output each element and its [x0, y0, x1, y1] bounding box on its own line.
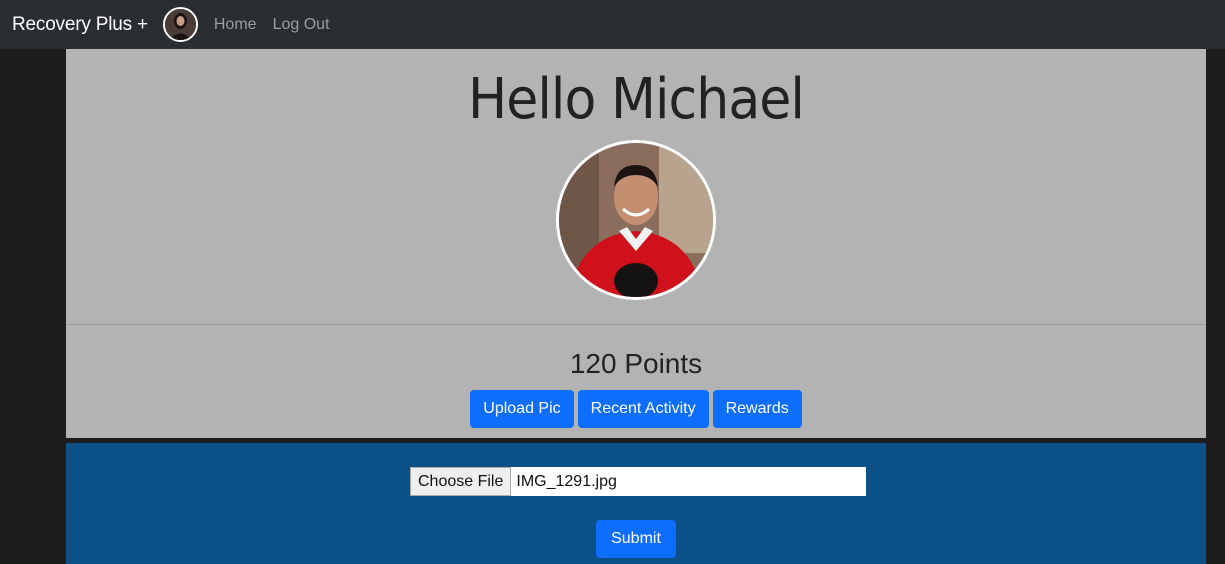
profile-jumbotron: Hello Michael 120 Points Upload Pic Rece…	[66, 49, 1206, 438]
file-input[interactable]: Choose File IMG_1291.jpg	[410, 467, 866, 496]
action-buttons: Upload Pic Recent Activity Rewards	[66, 390, 1206, 428]
nav-link-home[interactable]: Home	[214, 16, 257, 34]
user-avatar[interactable]	[162, 7, 198, 42]
section-divider	[66, 324, 1206, 325]
selected-file-name: IMG_1291.jpg	[511, 467, 866, 496]
profile-photo	[559, 143, 713, 297]
top-navbar: Recovery Plus + Home Log Out	[0, 0, 1225, 49]
brand-link[interactable]: Recovery Plus +	[12, 14, 148, 36]
rewards-button[interactable]: Rewards	[712, 390, 802, 428]
main-container: Hello Michael 120 Points Upload Pic Rece…	[66, 49, 1206, 564]
avatar-image	[164, 9, 196, 40]
upload-form-panel: Choose File IMG_1291.jpg Submit	[66, 443, 1206, 564]
profile-picture	[556, 140, 716, 300]
points-display: 120 Points	[569, 348, 703, 379]
choose-file-button[interactable]: Choose File	[410, 467, 512, 496]
nav-link-logout[interactable]: Log Out	[273, 16, 330, 34]
upload-pic-button[interactable]: Upload Pic	[470, 390, 574, 428]
greeting-heading: Hello Michael	[468, 67, 805, 132]
submit-button[interactable]: Submit	[596, 520, 676, 558]
recent-activity-button[interactable]: Recent Activity	[577, 390, 709, 428]
